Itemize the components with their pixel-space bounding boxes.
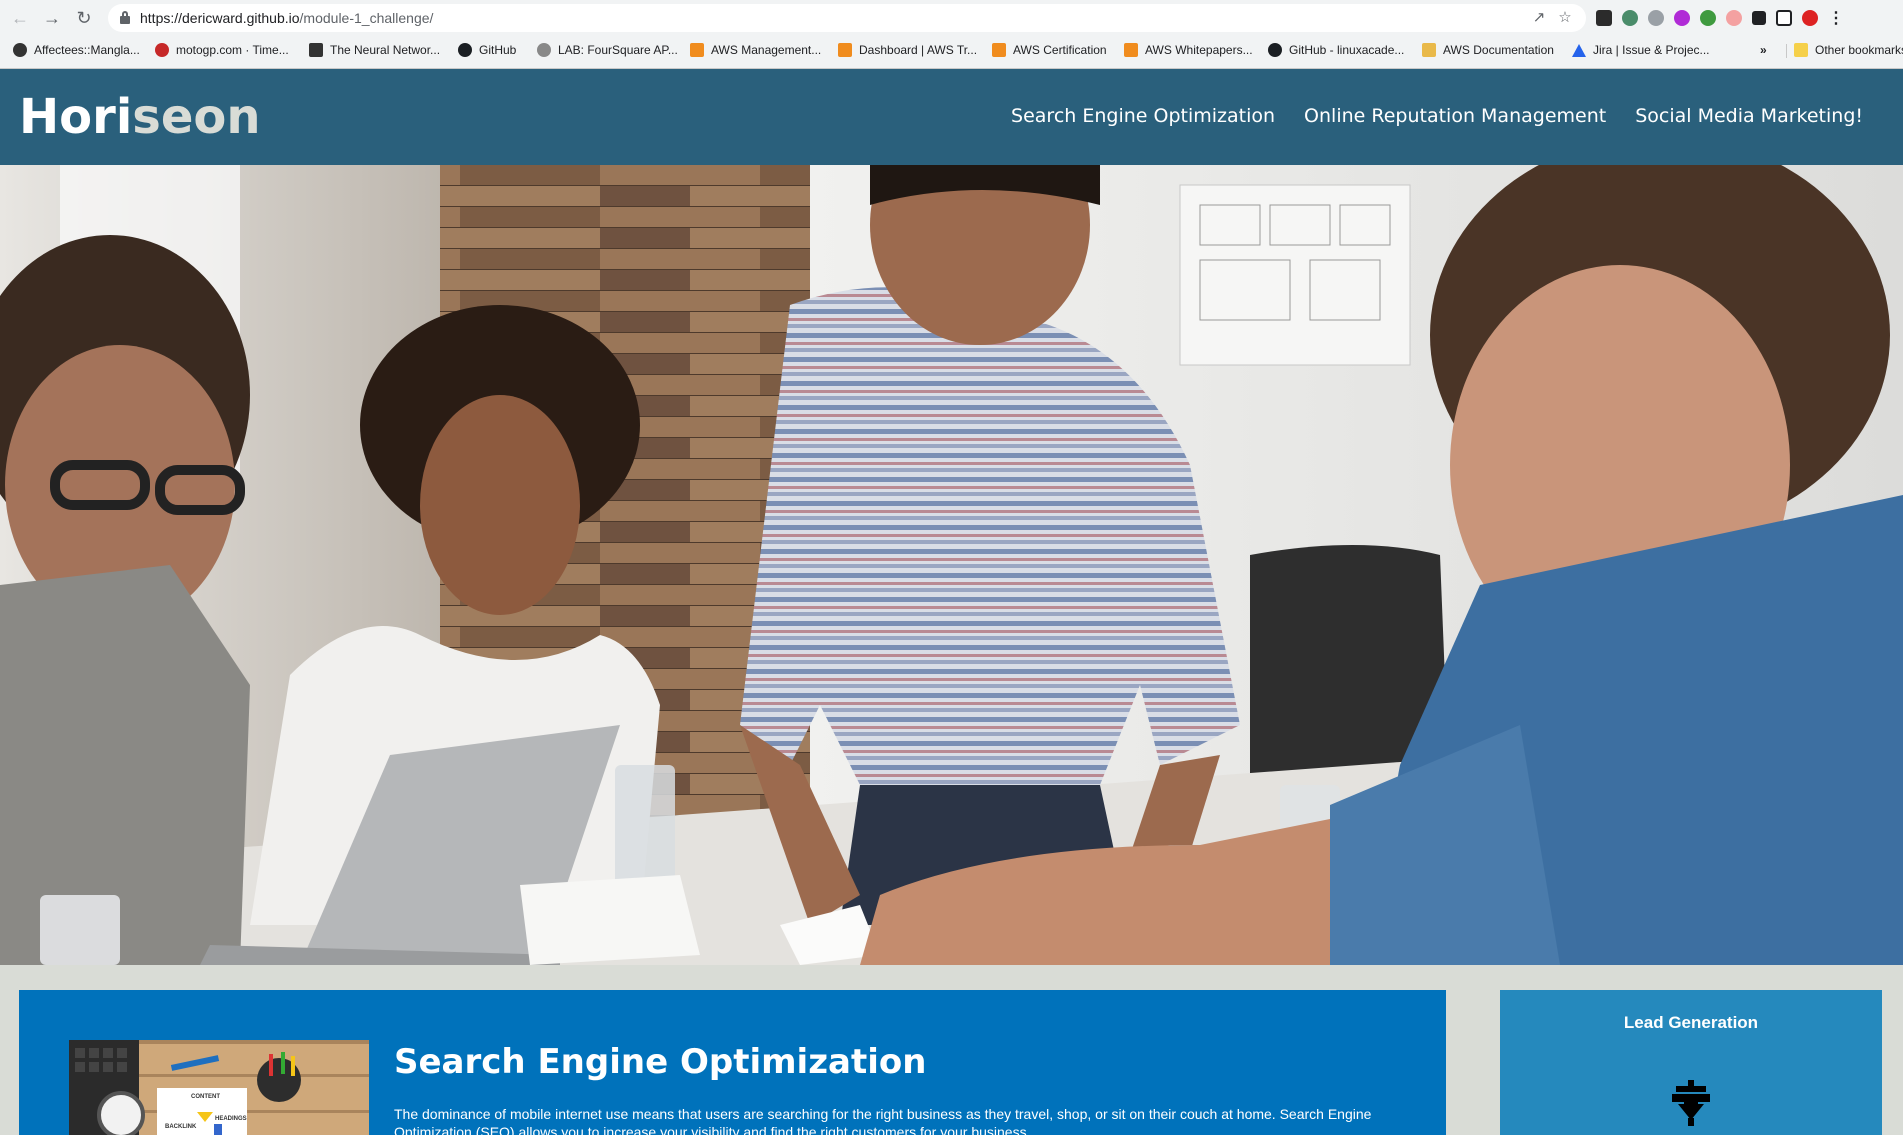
nav-link-social-media[interactable]: Social Media Marketing! — [1635, 105, 1863, 127]
bookmark-item[interactable]: AWS Whitepapers... — [1124, 40, 1253, 60]
bookmark-item[interactable]: GitHub — [458, 40, 516, 60]
benefit-title: Lead Generation — [1623, 1013, 1759, 1032]
puzzle-extensions-icon[interactable] — [1752, 11, 1766, 25]
address-bar[interactable]: https://dericward.github.io/module-1_cha… — [108, 4, 1586, 32]
extensions-row: ⋮ — [1596, 6, 1844, 30]
back-button[interactable]: ← — [8, 6, 32, 30]
magnifier-shape — [97, 1091, 145, 1135]
bookmark-item[interactable]: The Neural Networ... — [309, 40, 440, 60]
bookmark-item[interactable]: Jira | Issue & Projec... — [1572, 40, 1710, 60]
documentation-favicon-icon — [1422, 43, 1436, 57]
bookmark-item[interactable]: motogp.com · Time... — [155, 40, 289, 60]
bookmark-item[interactable]: GitHub - linuxacade... — [1268, 40, 1404, 60]
seo-section: CONTENT BACKLINK HEADINGS Search Engine … — [19, 990, 1446, 1135]
image-label-backlink: BACKLINK — [165, 1124, 197, 1130]
bookmark-star-icon[interactable]: ☆ — [1556, 9, 1574, 27]
reload-button[interactable]: ↻ — [72, 6, 96, 30]
team-meeting-photo — [0, 165, 1903, 965]
browser-chrome: ← → ↻ https://dericward.github.io/module… — [0, 0, 1903, 69]
nav-link-seo[interactable]: Search Engine Optimization — [1011, 105, 1275, 127]
bookmark-item[interactable]: AWS Management... — [690, 40, 821, 60]
image-label-headings: HEADINGS — [215, 1116, 247, 1122]
forward-button[interactable]: → — [40, 6, 64, 30]
section-description: The dominance of mobile internet use mea… — [394, 1106, 1372, 1135]
page-favicon-icon — [309, 43, 323, 57]
bookmark-divider — [1786, 44, 1787, 58]
aws-icon — [1124, 43, 1138, 57]
bookmark-item[interactable]: AWS Documentation — [1422, 40, 1554, 60]
jira-icon — [1572, 43, 1586, 57]
bookmark-item[interactable]: AWS Certification — [992, 40, 1107, 60]
seo-illustration-image: CONTENT BACKLINK HEADINGS — [69, 1040, 369, 1135]
terminal-extension-icon[interactable] — [1596, 10, 1612, 26]
browser-toolbar: ← → ↻ https://dericward.github.io/module… — [0, 0, 1903, 36]
site-favicon-icon — [13, 43, 27, 57]
section-title: Search Engine Optimization — [394, 1042, 927, 1082]
nav-link-reputation[interactable]: Online Reputation Management — [1304, 105, 1606, 127]
motogp-favicon-icon — [155, 43, 169, 57]
share-icon[interactable]: ↗ — [1530, 9, 1548, 27]
lab-favicon-icon — [537, 43, 551, 57]
main-navigation: Search Engine Optimization Online Reputa… — [1011, 105, 1863, 127]
site-logo[interactable]: Horiseon — [19, 89, 261, 145]
aws-icon — [992, 43, 1006, 57]
purple-extension-icon[interactable] — [1674, 10, 1690, 26]
green-extension-icon[interactable] — [1700, 10, 1716, 26]
hero-image — [0, 165, 1903, 965]
bookmark-item[interactable]: Affectees::Mangla... — [13, 40, 140, 60]
bookmark-item[interactable]: Dashboard | AWS Tr... — [838, 40, 977, 60]
pink-extension-icon[interactable] — [1726, 10, 1742, 26]
browser-menu-icon[interactable]: ⋮ — [1828, 8, 1844, 28]
profile-avatar-icon[interactable] — [1802, 10, 1818, 26]
url-text: https://dericward.github.io/module-1_cha… — [140, 10, 434, 26]
magnet-icon — [1672, 1080, 1710, 1126]
image-label-content: CONTENT — [191, 1094, 220, 1100]
bookmarks-overflow-button[interactable]: » — [1760, 40, 1767, 60]
aws-icon — [838, 43, 852, 57]
github-icon — [1268, 43, 1282, 57]
bookmarks-bar: Affectees::Mangla... motogp.com · Time..… — [0, 38, 1903, 62]
lead-generation-card: Lead Generation — [1500, 990, 1882, 1135]
bookmark-item[interactable]: LAB: FourSquare AP... — [537, 40, 678, 60]
bug-extension-icon[interactable] — [1648, 10, 1664, 26]
aws-icon — [690, 43, 704, 57]
folder-icon — [1794, 43, 1808, 57]
other-bookmarks-folder[interactable]: Other bookmarks — [1794, 40, 1903, 60]
site-header: Horiseon Search Engine Optimization Onli… — [0, 69, 1903, 165]
globe-extension-icon[interactable] — [1622, 10, 1638, 26]
github-icon — [458, 43, 472, 57]
lock-icon — [120, 11, 130, 24]
side-panel-icon[interactable] — [1776, 10, 1792, 26]
